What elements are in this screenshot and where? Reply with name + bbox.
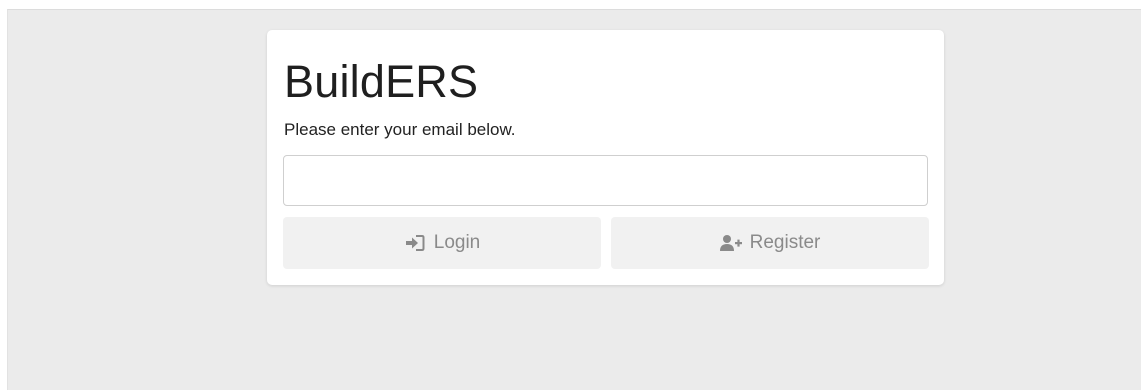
sign-in-icon	[404, 233, 426, 253]
login-card: BuildERS Please enter your email below. …	[267, 30, 944, 285]
app-title: BuildERS	[284, 56, 479, 107]
user-plus-icon	[719, 233, 742, 253]
login-button-label: Login	[433, 232, 481, 253]
register-button-label: Register	[749, 232, 821, 253]
login-button[interactable]: Login	[283, 217, 601, 269]
register-button[interactable]: Register	[611, 217, 929, 269]
email-input[interactable]	[283, 155, 928, 206]
instructions-text: Please enter your email below.	[284, 120, 516, 139]
